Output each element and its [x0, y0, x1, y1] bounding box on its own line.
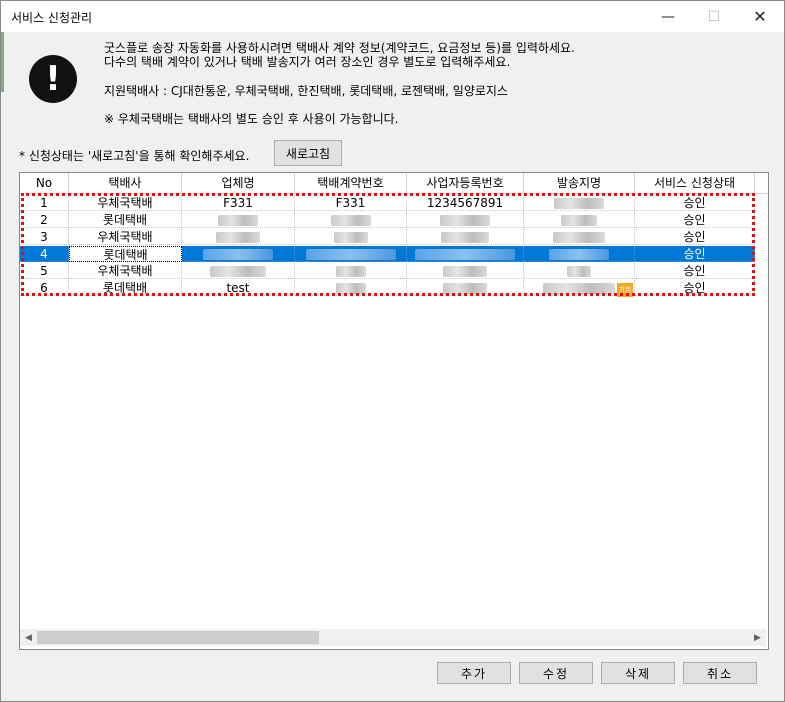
cell-no: 5 — [20, 263, 69, 279]
refresh-button[interactable]: 새로고침 — [274, 140, 342, 166]
cell-no: 6 — [20, 280, 69, 296]
redacted-text — [305, 249, 396, 260]
delete-button[interactable]: 삭제 — [601, 662, 675, 684]
redacted-text — [561, 215, 597, 226]
table-row[interactable]: 5 우체국택배 승인 — [20, 263, 755, 279]
redacted-text — [549, 249, 609, 260]
redacted-text — [543, 283, 615, 294]
cell-carrier: 우체국택배 — [69, 229, 182, 245]
cell-carrier[interactable]: 롯데택배 — [69, 246, 182, 262]
cell-status: 승인 — [635, 263, 755, 279]
table-row[interactable]: 3 우체국택배 승인 — [20, 229, 755, 245]
service-request-window: 서비스 신청관리 — ☐ ✕ ! 굿스플로 송장 자동화를 사용하시려면 택배사… — [0, 0, 785, 702]
redacted-text — [210, 266, 266, 277]
redacted-text — [567, 266, 591, 277]
cell-bizno — [407, 246, 524, 262]
cell-company — [182, 246, 295, 262]
cell-bizno — [407, 263, 524, 279]
add-button[interactable]: 추가 — [437, 662, 511, 684]
scroll-right-icon[interactable]: ▶ — [749, 629, 766, 646]
horizontal-scrollbar[interactable]: ◀ ▶ — [20, 629, 766, 646]
column-header-carrier[interactable]: 택배사 — [69, 173, 182, 193]
cell-contract — [295, 280, 407, 296]
cell-status: 승인 — [635, 229, 755, 245]
maximize-button[interactable]: ☐ — [691, 1, 737, 32]
redacted-text — [441, 232, 489, 243]
cell-status: 승인 — [635, 280, 755, 296]
cell-sender — [524, 195, 635, 211]
redacted-text — [333, 232, 368, 243]
redacted-text — [440, 215, 490, 226]
cell-sender — [524, 263, 635, 279]
cancel-button[interactable]: 취소 — [683, 662, 757, 684]
minimize-button[interactable]: — — [645, 1, 691, 32]
scroll-left-icon[interactable]: ◀ — [20, 629, 37, 646]
supported-carriers-text: 지원택배사 : CJ대한통운, 우체국택배, 한진택배, 롯데택배, 로젠택배,… — [104, 84, 508, 98]
cell-no: 4 — [20, 246, 69, 262]
cell-company: test — [182, 280, 295, 296]
cell-company — [182, 263, 295, 279]
window-title: 서비스 신청관리 — [11, 11, 93, 25]
cell-contract — [295, 263, 407, 279]
cell-status: 승인 — [635, 246, 755, 262]
cell-sender — [524, 246, 635, 262]
cell-contract: F331 — [295, 195, 407, 211]
table-row[interactable]: 1 우체국택배 F331 F331 1234567891 승인 — [20, 195, 755, 211]
exclamation-icon: ! — [29, 55, 77, 103]
info-line-2: 다수의 택배 계약이 있거나 택배 발송지가 여러 장소인 경우 별도로 입력해… — [104, 55, 511, 69]
cell-bizno — [407, 280, 524, 296]
redacted-text — [218, 215, 258, 226]
cell-company — [182, 212, 295, 228]
redacted-text — [554, 198, 604, 209]
redacted-text — [415, 249, 515, 260]
column-header-sender[interactable]: 발송지명 — [524, 173, 635, 193]
cell-status: 승인 — [635, 212, 755, 228]
cell-carrier: 우체국택배 — [69, 263, 182, 279]
table-header: No 택배사 업체명 택배계약번호 사업자등록번호 발송지명 서비스 신청상태 — [20, 173, 768, 194]
cell-carrier: 롯데택배 — [69, 280, 182, 296]
background-edge — [1, 32, 4, 92]
redacted-text — [443, 283, 487, 294]
service-table[interactable]: No 택배사 업체명 택배계약번호 사업자등록번호 발송지명 서비스 신청상태 … — [19, 172, 769, 650]
redacted-text — [203, 249, 273, 260]
edit-button[interactable]: 수정 — [519, 662, 593, 684]
cell-carrier: 롯데택배 — [69, 212, 182, 228]
redacted-text — [335, 283, 366, 294]
cell-company — [182, 229, 295, 245]
redacted-text — [216, 232, 260, 243]
cell-contract — [295, 212, 407, 228]
cell-no: 1 — [20, 195, 69, 211]
cell-contract — [295, 229, 407, 245]
cell-bizno — [407, 229, 524, 245]
title-bar: 서비스 신청관리 — ☐ ✕ — [1, 1, 784, 32]
column-header-company[interactable]: 업체명 — [182, 173, 295, 193]
table-row-selected[interactable]: 4 롯데택배 승인 — [20, 246, 755, 262]
column-header-status[interactable]: 서비스 신청상태 — [635, 173, 755, 193]
default-badge: 기본 — [617, 283, 633, 297]
post-office-note: ※ 우체국택배는 택배사의 별도 승인 후 사용이 가능합니다. — [104, 112, 399, 126]
table-row[interactable]: 2 롯데택배 승인 — [20, 212, 755, 228]
redacted-text — [553, 232, 605, 243]
cell-status: 승인 — [635, 195, 755, 211]
cell-bizno — [407, 212, 524, 228]
cell-carrier: 우체국택배 — [69, 195, 182, 211]
column-header-contract[interactable]: 택배계약번호 — [295, 173, 407, 193]
cell-sender — [524, 212, 635, 228]
cell-no: 2 — [20, 212, 69, 228]
status-hint: * 신청상태는 '새로고침'을 통해 확인해주세요. — [19, 149, 250, 163]
cell-company: F331 — [182, 195, 295, 211]
redacted-text — [443, 266, 487, 277]
column-header-no[interactable]: No — [20, 173, 69, 193]
close-button[interactable]: ✕ — [737, 1, 783, 32]
cell-contract — [295, 246, 407, 262]
column-header-bizno[interactable]: 사업자등록번호 — [407, 173, 524, 193]
redacted-text — [330, 215, 371, 226]
redacted-text — [335, 266, 366, 277]
table-row[interactable]: 6 롯데택배 test 승인 — [20, 280, 755, 296]
cell-sender — [524, 229, 635, 245]
cell-no: 3 — [20, 229, 69, 245]
scroll-thumb[interactable] — [37, 631, 319, 644]
cell-bizno: 1234567891 — [407, 195, 524, 211]
